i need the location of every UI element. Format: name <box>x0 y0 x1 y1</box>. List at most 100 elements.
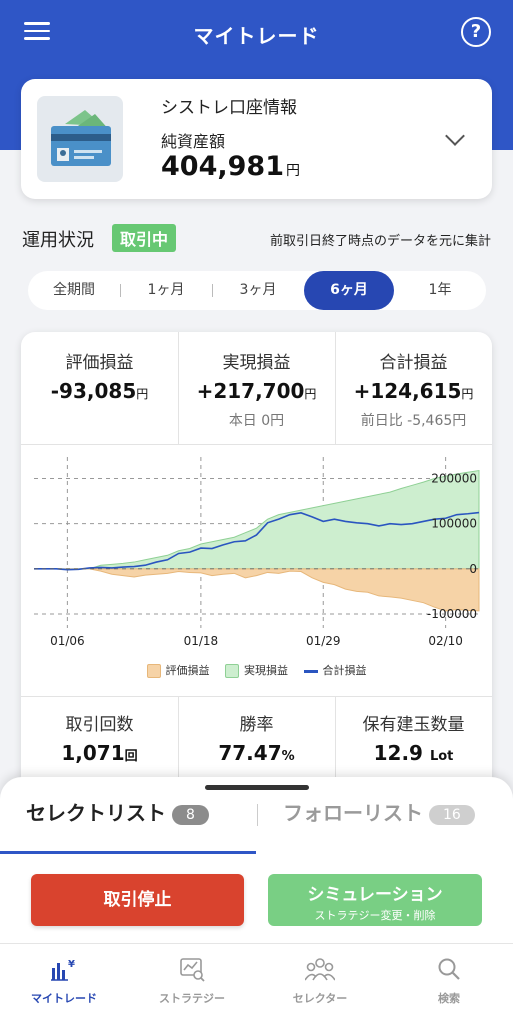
tab-follow-list[interactable]: フォローリスト 16 <box>283 797 475 857</box>
nav-item-strategy[interactable]: ストラテジー <box>128 944 256 1024</box>
positions-value: 12.9 Lot <box>335 741 492 765</box>
realized-pl-cell: 実現損益 +217,700円 本日 0円 <box>178 332 335 444</box>
simulation-button[interactable]: シミュレーション ストラテジー変更・削除 <box>268 874 482 926</box>
net-assets-amount: 404,981 <box>161 151 284 182</box>
bottom-navigation: ¥ マイトレード ストラテジー セレクター 検索 <box>0 943 513 1024</box>
divider <box>335 332 336 444</box>
realized-pl-label: 実現損益 <box>222 353 291 373</box>
divider <box>178 332 179 444</box>
trade-count-unit: 回 <box>124 749 138 764</box>
win-rate-cell: 勝率 77.47% <box>178 696 335 786</box>
x-tick-label: 01/29 <box>306 634 341 648</box>
win-rate-unit: % <box>281 749 295 764</box>
legend-label-total: 合計損益 <box>322 664 367 677</box>
period-tabs: 全期間 1ヶ月 3ヶ月 6ヶ月 1年 <box>28 271 486 310</box>
account-name: シストレ口座情報 <box>161 98 297 118</box>
net-assets-unit: 円 <box>285 163 300 179</box>
total-pl-cell: 合計損益 +124,615円 前日比 -5,465円 <box>335 332 492 444</box>
legend-swatch-unrealized <box>146 664 161 678</box>
realized-pl-amount: +217,700 <box>196 379 305 403</box>
nav-label-selector: セレクター <box>292 992 348 1005</box>
selector-people-icon <box>304 958 336 981</box>
series-realized-area <box>34 469 480 570</box>
trade-count-amount: 1,071 <box>61 741 125 765</box>
sheet-drag-handle[interactable] <box>205 785 309 790</box>
svg-text:¥: ¥ <box>68 959 75 970</box>
realized-today: 本日 0円 <box>228 413 285 429</box>
x-tick-label: 01/18 <box>184 634 219 648</box>
aggregation-note: 前取引日終了時点のデータを元に集計 <box>269 234 491 249</box>
nav-label-mytrade: マイトレード <box>31 992 97 1005</box>
unrealized-pl-label: 評価損益 <box>65 353 134 373</box>
net-assets-value: 404,981 円 <box>161 151 300 182</box>
legend-swatch-realized <box>225 664 239 678</box>
trade-count-cell: 取引回数 1,071回 <box>21 696 178 786</box>
pl-chart: 200000 100000 0 -100000 01/06 01/18 01/29 02/10 <box>34 457 480 648</box>
nav-item-search[interactable]: 検索 <box>385 944 513 1024</box>
period-tab-1m[interactable]: 1ヶ月 <box>120 271 212 310</box>
period-tab-all[interactable]: 全期間 <box>28 271 120 310</box>
search-icon <box>438 958 460 980</box>
series-unrealized-area <box>34 568 480 612</box>
tab-divider <box>257 804 258 826</box>
total-pl-day-change: 前日比 -5,465円 <box>360 413 467 429</box>
total-pl-label: 合計損益 <box>379 353 448 373</box>
simulation-button-sublabel: ストラテジー変更・削除 <box>314 909 436 922</box>
period-tab-1y[interactable]: 1年 <box>394 271 486 310</box>
nav-item-selector[interactable]: セレクター <box>256 944 384 1024</box>
mytrade-icon: ¥ <box>51 959 75 981</box>
chart-legend: 評価損益 実現損益 合計損益 <box>21 662 492 678</box>
select-list-count: 8 <box>172 804 209 825</box>
y-tick-label: 0 <box>469 562 477 576</box>
help-icon[interactable]: ? <box>461 17 491 47</box>
win-rate-value: 77.47% <box>178 741 335 765</box>
positions-amount: 12.9 <box>373 741 423 765</box>
unrealized-pl-value: -93,085円 <box>21 379 178 403</box>
follow-list-label: フォローリスト <box>283 801 423 825</box>
unrealized-pl-unit: 円 <box>136 387 149 401</box>
y-tick-label: -100000 <box>427 607 477 621</box>
strategy-icon <box>180 958 205 982</box>
win-rate-label: 勝率 <box>239 715 274 735</box>
total-pl-amount: +124,615 <box>353 379 462 403</box>
y-tick-label: 200000 <box>431 472 477 486</box>
total-pl-value: +124,615円 <box>335 379 492 403</box>
legend-label-unrealized: 評価損益 <box>165 664 210 677</box>
legend-item-total: 合計損益 <box>303 662 367 678</box>
win-rate-amount: 77.47 <box>218 741 282 765</box>
account-card-illustration <box>37 96 123 182</box>
tab-select-list[interactable]: セレクトリスト 8 <box>26 797 209 857</box>
page-title: マイトレード <box>193 24 320 48</box>
legend-swatch-total <box>303 669 318 673</box>
chevron-down-icon[interactable] <box>445 126 465 146</box>
x-tick-label: 02/10 <box>428 634 463 648</box>
x-tick-label: 01/06 <box>50 634 85 648</box>
legend-label-realized: 実現損益 <box>244 664 288 677</box>
follow-list-count: 16 <box>429 804 475 825</box>
active-tab-underline <box>0 851 256 854</box>
total-pl-unit: 円 <box>461 387 474 401</box>
legend-item-unrealized: 評価損益 <box>146 662 210 678</box>
performance-card: 評価損益 -93,085円 実現損益 +217,700円 本日 0円 合計損益 … <box>21 332 492 792</box>
positions-label: 保有建玉数量 <box>362 715 465 735</box>
nav-label-search: 検索 <box>438 992 460 1005</box>
operation-status-label: 運用状況 <box>22 230 94 251</box>
period-tab-6m[interactable]: 6ヶ月 <box>304 271 394 310</box>
nav-item-mytrade[interactable]: ¥ マイトレード <box>0 944 128 1024</box>
period-tab-3m[interactable]: 3ヶ月 <box>212 271 304 310</box>
nav-label-strategy: ストラテジー <box>159 992 225 1005</box>
net-assets-label: 純資産額 <box>161 132 226 151</box>
unrealized-pl-cell: 評価損益 -93,085円 <box>21 332 178 444</box>
positions-unit: Lot <box>429 749 454 764</box>
status-badge: 取引中 <box>112 224 177 252</box>
simulation-button-label: シミュレーション <box>307 885 443 905</box>
stop-trading-button[interactable]: 取引停止 <box>31 874 244 926</box>
account-info-card[interactable]: シストレ口座情報 純資産額 404,981 円 <box>21 79 492 199</box>
select-list-label: セレクトリスト <box>26 801 166 825</box>
unrealized-pl-amount: -93,085 <box>50 379 137 403</box>
realized-pl-unit: 円 <box>304 387 317 401</box>
realized-pl-value: +217,700円 <box>178 379 335 403</box>
positions-cell: 保有建玉数量 12.9 Lot <box>335 696 492 786</box>
y-tick-label: 100000 <box>431 517 477 531</box>
legend-item-realized: 実現損益 <box>225 662 288 678</box>
